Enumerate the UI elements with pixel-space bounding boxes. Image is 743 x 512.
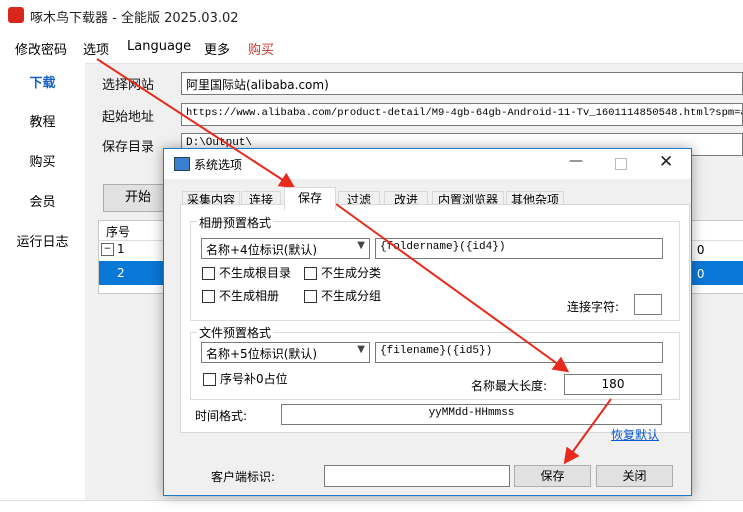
arrow-options-to-save-tab (96, 58, 296, 189)
annotation-arrows (96, 58, 612, 465)
tab-save[interactable]: 保存 (284, 187, 336, 210)
arrow-to-max-length (335, 203, 570, 373)
arrow-to-save-button (563, 398, 612, 465)
